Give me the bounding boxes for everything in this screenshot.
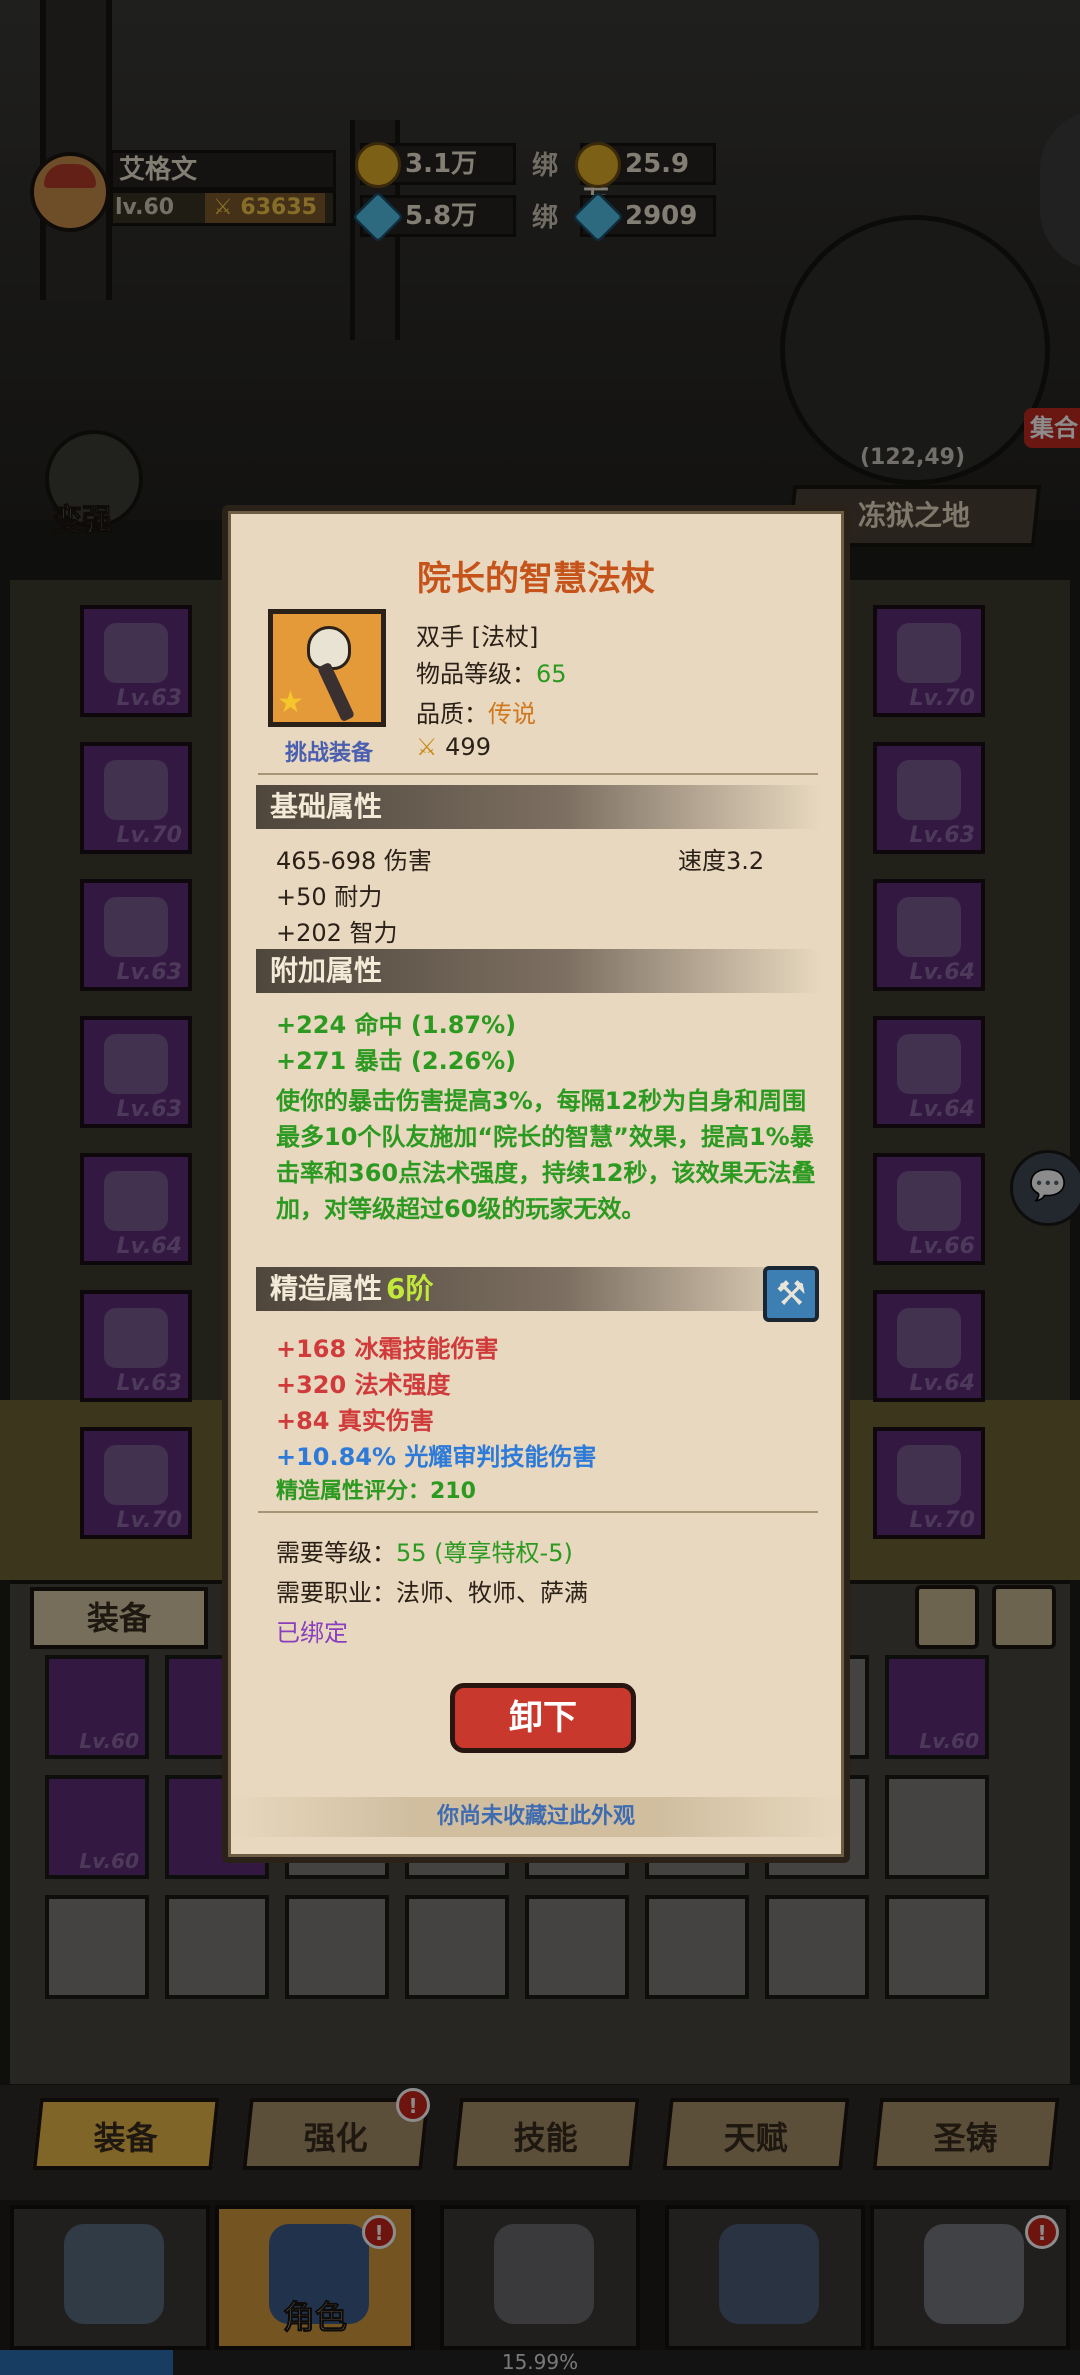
base-attributes-title: 基础属性 [270, 790, 383, 823]
damage-stat: 465-698 伤害 [276, 847, 432, 875]
item-score: 499 [445, 733, 491, 761]
refine-score: 精造属性评分：210 [276, 1479, 476, 1504]
bound-status: 已绑定 [276, 1619, 348, 1647]
staff-shaft [316, 661, 356, 723]
extra-attributes-header: 附加属性 [256, 949, 820, 993]
refine-stat: +168 冰霜技能伤害 [276, 1335, 499, 1363]
quality-line: 品质：传说 [416, 694, 536, 729]
appearance-note: 你尚未收藏过此外观 [228, 1797, 844, 1837]
refine-stat: +84 真实伤害 [276, 1407, 434, 1435]
quality-label: 品质： [416, 700, 488, 728]
extra-stat: +224 命中 (1.87%) [276, 1011, 517, 1039]
item-score-line: ⚔ 499 [416, 733, 491, 761]
refine-stat: +10.84% 光耀审判技能伤害 [276, 1443, 597, 1471]
quality-value: 传说 [488, 700, 536, 728]
refine-attributes-header: 精造属性 6阶 [256, 1267, 820, 1311]
challenge-gear-label: 挑战装备 [284, 741, 373, 766]
item-level-value: 65 [536, 660, 567, 688]
staff-icon: ★ [268, 609, 386, 727]
refine-stat: +320 法术强度 [276, 1371, 451, 1399]
extra-stat: +271 暴击 (2.26%) [276, 1047, 517, 1075]
item-level-line: 物品等级：65 [416, 654, 567, 689]
sword-icon: ⚔ [416, 733, 438, 761]
required-level-label: 需要等级： [276, 1539, 396, 1567]
required-level-line: 需要等级：55 (尊享特权-5) [276, 1533, 573, 1568]
extra-attributes-title: 附加属性 [270, 954, 383, 987]
base-stat: +202 智力 [276, 919, 398, 947]
divider [258, 1511, 818, 1513]
required-level-value: 55 (尊享特权-5) [396, 1539, 573, 1567]
required-class: 需要职业：法师、牧师、萨满 [276, 1579, 588, 1607]
item-name: 院长的智慧法杖 [417, 559, 655, 599]
divider [258, 773, 818, 775]
refine-tier: 6阶 [386, 1272, 434, 1305]
refine-attributes-title: 精造属性 [270, 1272, 383, 1305]
base-stat: +50 耐力 [276, 883, 383, 911]
base-attributes-header: 基础属性 [256, 785, 820, 829]
slot-type: 双手 [法杖] [416, 623, 539, 651]
item-level-label: 物品等级： [416, 660, 536, 688]
unequip-button[interactable]: 卸下 [450, 1683, 636, 1753]
item-detail-popup: 院长的智慧法杖 ★ 挑战装备 双手 [法杖] 物品等级：65 品质：传说 ⚔ 4… [222, 505, 850, 1863]
effect-description: 使你的暴击伤害提高3%，每隔12秒为自身和周围最多10个队友施加“院长的智慧”效… [276, 1087, 816, 1223]
speed-stat: 速度3.2 [678, 847, 765, 875]
hammer-icon[interactable]: ⚒ [763, 1266, 819, 1322]
star-icon: ★ [277, 685, 304, 720]
